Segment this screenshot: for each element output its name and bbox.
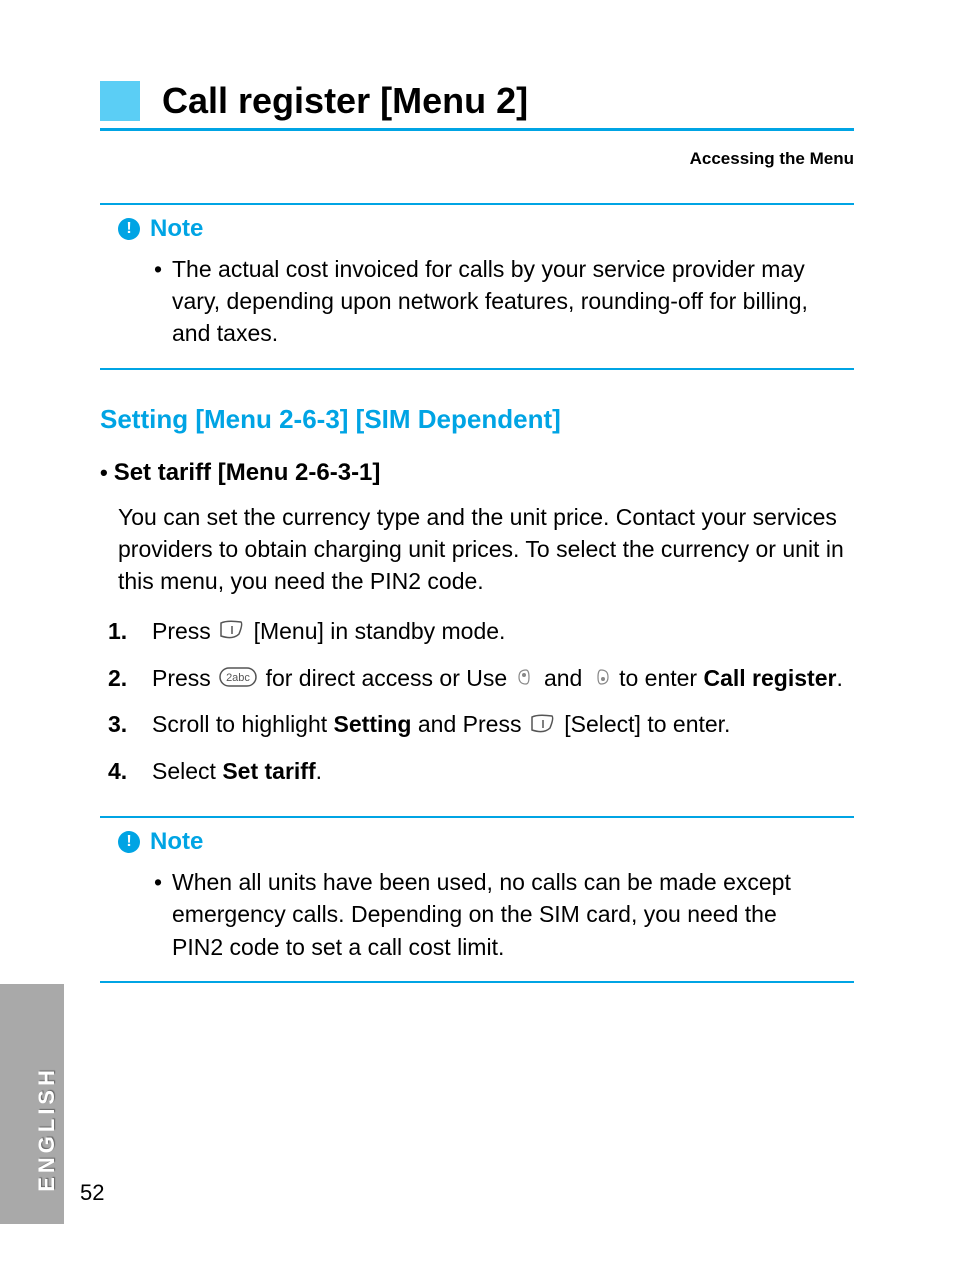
step-4: 4. Select Set tariff.: [100, 755, 854, 788]
alert-icon: !: [118, 831, 140, 853]
step-text: to enter: [619, 665, 703, 691]
step-text: .: [836, 665, 842, 691]
note-body: • The actual cost invoiced for calls by …: [172, 253, 834, 350]
step-text: .: [316, 758, 322, 784]
step-text: Scroll to highlight: [152, 711, 334, 737]
step-text: and Press: [418, 711, 528, 737]
bullet-icon: •: [100, 460, 108, 486]
note-heading: ! Note: [118, 828, 854, 856]
alert-icon: !: [118, 218, 140, 240]
sub-heading-row: • Set tariff [Menu 2-6-3-1]: [100, 459, 854, 487]
sub-heading: Set tariff [Menu 2-6-3-1]: [114, 459, 381, 487]
section-heading: Setting [Menu 2-6-3] [SIM Dependent]: [100, 404, 854, 435]
step-1: 1. Press [Menu] in standby mode.: [100, 615, 854, 650]
step-text: for direct access or Use: [266, 665, 514, 691]
softkey-left-icon: [530, 710, 556, 743]
note-text: The actual cost invoiced for calls by yo…: [172, 256, 808, 346]
step-bold: Setting: [334, 711, 412, 737]
breadcrumb: Accessing the Menu: [100, 149, 854, 169]
step-text: and: [544, 665, 589, 691]
note-body: • When all units have been used, no call…: [172, 866, 834, 963]
step-bold: Call register: [703, 665, 836, 691]
step-text: Press: [152, 665, 217, 691]
language-label: ENGLISH: [34, 1066, 60, 1192]
bullet-icon: •: [154, 866, 162, 898]
note-box-2: ! Note • When all units have been used, …: [100, 816, 854, 983]
note-label: Note: [150, 215, 203, 243]
step-number: 1.: [108, 615, 127, 648]
step-2: 2. Press 2abc for direct access or Use a…: [100, 662, 854, 697]
key-2abc-icon: 2abc: [219, 663, 257, 696]
svg-text:2abc: 2abc: [226, 672, 250, 684]
note-label: Note: [150, 828, 203, 856]
step-text: Select: [152, 758, 222, 784]
step-number: 3.: [108, 708, 127, 741]
note-box-1: ! Note • The actual cost invoiced for ca…: [100, 203, 854, 370]
nav-down-icon: [591, 663, 611, 696]
step-text: [Select] to enter.: [564, 711, 730, 737]
title-row: Call register [Menu 2]: [100, 80, 854, 131]
nav-up-icon: [516, 663, 536, 696]
step-text: [Menu] in standby mode.: [254, 618, 506, 644]
step-3: 3. Scroll to highlight Setting and Press…: [100, 708, 854, 743]
page-title: Call register [Menu 2]: [162, 80, 528, 122]
intro-paragraph: You can set the currency type and the un…: [118, 501, 854, 598]
step-bold: Set tariff: [222, 758, 315, 784]
page-number: 52: [80, 1180, 104, 1206]
note-heading: ! Note: [118, 215, 854, 243]
note-text: When all units have been used, no calls …: [172, 869, 791, 959]
step-number: 2.: [108, 662, 127, 695]
step-text: Press: [152, 618, 217, 644]
softkey-left-icon: [219, 616, 245, 649]
steps-list: 1. Press [Menu] in standby mode. 2. Pres…: [100, 615, 854, 788]
step-number: 4.: [108, 755, 127, 788]
title-square-icon: [100, 81, 140, 121]
bullet-icon: •: [154, 253, 162, 285]
